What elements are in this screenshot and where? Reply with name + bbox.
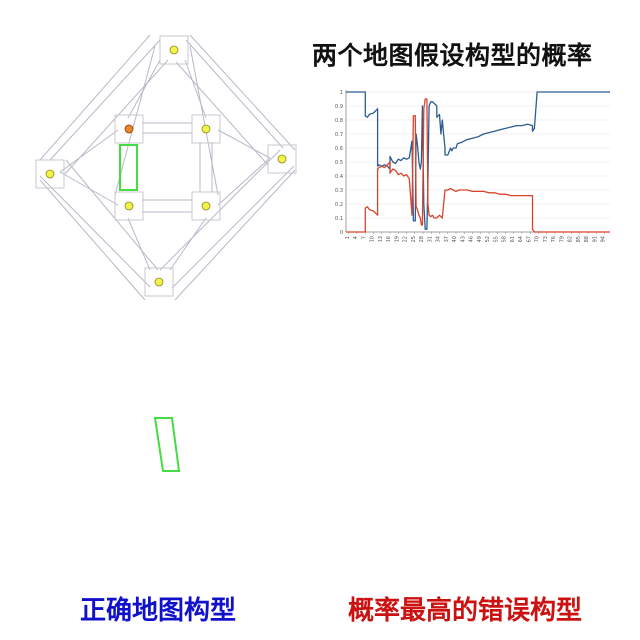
- y-tick-label: 0.5: [335, 160, 343, 166]
- x-tick-label: 22: [403, 236, 409, 242]
- landmark-marker: [45, 169, 55, 179]
- x-tick-label: 28: [419, 236, 425, 242]
- x-tick-label: 49: [477, 236, 483, 242]
- x-tick-label: 25: [411, 236, 417, 242]
- map-edge: [217, 129, 271, 159]
- chart-grid: [346, 91, 610, 233]
- y-tick-label: 0.7: [335, 132, 343, 138]
- map-edge: [39, 179, 146, 301]
- landmark-marker-active: [124, 124, 134, 134]
- landmark-marker: [277, 154, 287, 164]
- y-tick-label: 0.2: [335, 202, 343, 208]
- x-tick-label: 40: [452, 236, 458, 242]
- x-tick-label: 52: [485, 236, 491, 242]
- stage: 两个地图假设构型的概率 0 0.1 0.2 0.3 0.4 0.5 0.6 0.…: [0, 0, 640, 640]
- map-edge: [65, 159, 159, 271]
- map-edge: [171, 165, 295, 289]
- landmark-marker: [201, 124, 211, 134]
- scene: 00.10.20.30.40.50.60.70.80.91 1 4 7 10 13 16 1…: [35, 34, 610, 472]
- x-tick-label: 16: [386, 236, 392, 242]
- x-tick-label: 82: [568, 236, 574, 242]
- chart-x-ticks: 1 4 7 10 13 16 19 22 25 28 31 34 37 40 43 46 49 52 55 58 61 6…: [345, 232, 607, 242]
- x-tick-label: 37: [444, 236, 450, 242]
- x-tick-label: 67: [526, 236, 532, 242]
- landmark-marker: [169, 45, 179, 55]
- map-edge: [127, 217, 151, 271]
- x-tick-label: 4: [353, 236, 359, 239]
- y-tick-label: 0.4: [335, 174, 343, 180]
- chart-y-ticks: 0 0.1 0.2 0.3 0.4 0.5 0.6 0.7 0.8 0.9 1: [335, 90, 343, 236]
- x-tick-label: 64: [518, 236, 524, 242]
- y-tick-label: 0: [340, 230, 343, 236]
- x-tick-label: 91: [592, 236, 598, 242]
- y-tick-label: 1: [340, 90, 343, 96]
- highlight-segment-wrong: [153, 417, 181, 472]
- x-tick-label: 94: [601, 236, 607, 242]
- probability-chart: 00.10.20.30.40.50.60.70.80.91 1 4 7 10 13 16 1…: [335, 90, 610, 242]
- map-landmarks: [45, 45, 287, 287]
- x-tick-label: 85: [576, 236, 582, 242]
- x-tick-label: 88: [584, 236, 590, 242]
- x-tick-label: 13: [378, 236, 384, 242]
- x-tick-label: 61: [510, 236, 516, 242]
- x-tick-label: 55: [493, 236, 499, 242]
- map-edge: [127, 59, 161, 119]
- series-line-blue: [346, 91, 610, 230]
- caption-wrong-config: 概率最高的错误构型: [348, 596, 583, 626]
- caption-correct-config: 正确地图构型: [80, 596, 237, 626]
- x-tick-label: 1: [345, 236, 351, 239]
- x-tick-label: 76: [551, 236, 557, 242]
- map-edge: [185, 39, 284, 149]
- x-tick-label: 46: [469, 236, 475, 242]
- x-tick-label: 58: [502, 236, 508, 242]
- x-tick-label: 7: [361, 236, 367, 239]
- x-tick-label: 10: [370, 236, 376, 242]
- y-tick-label: 0.6: [335, 146, 343, 152]
- map-edge: [59, 171, 119, 206]
- map-edge: [169, 217, 207, 271]
- y-tick-label: 0.8: [335, 118, 343, 124]
- map-edge: [59, 129, 119, 173]
- x-tick-label: 73: [543, 236, 549, 242]
- map-edge: [189, 45, 219, 196]
- map-graph: [39, 34, 296, 301]
- landmark-marker: [124, 201, 134, 211]
- y-tick-label: 0.1: [335, 216, 343, 222]
- landmark-marker: [154, 277, 164, 287]
- chart-axes: [345, 90, 610, 233]
- map-nodes: [35, 35, 297, 297]
- x-tick-label: 19: [394, 236, 400, 242]
- x-tick-label: 70: [535, 236, 541, 242]
- map-edge: [184, 59, 207, 119]
- x-tick-label: 43: [460, 236, 466, 242]
- x-tick-label: 79: [559, 236, 565, 242]
- y-tick-label: 0.9: [335, 104, 343, 110]
- x-tick-label: 31: [427, 236, 433, 242]
- x-tick-label: 34: [436, 236, 442, 242]
- landmark-marker: [201, 201, 211, 211]
- y-tick-label: 0.3: [335, 188, 343, 194]
